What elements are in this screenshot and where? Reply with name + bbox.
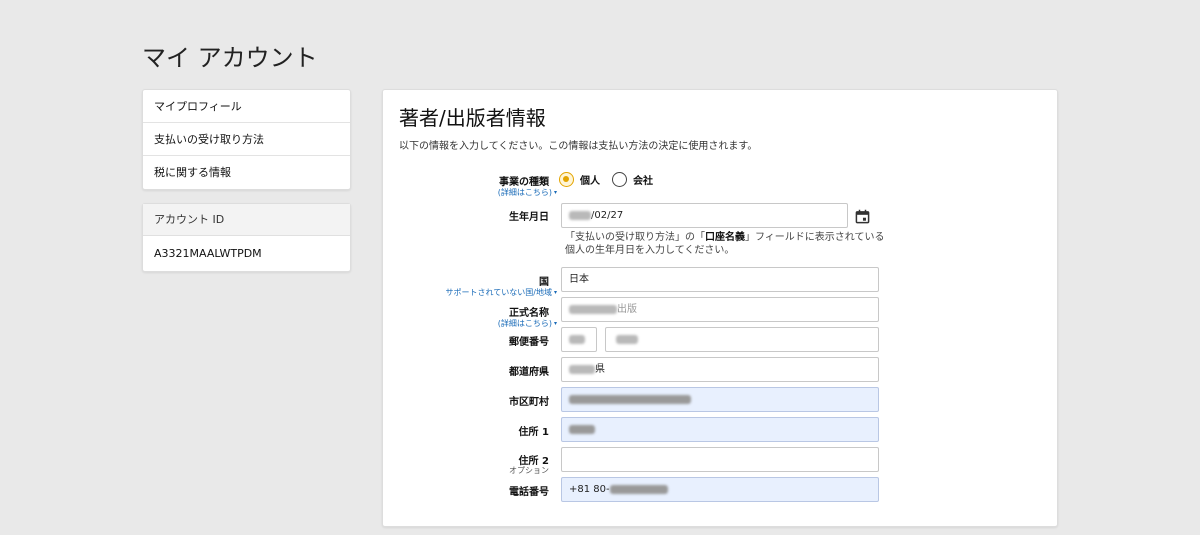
legal-name-value: 出版 [617, 304, 637, 315]
city-label: 市区町村 [509, 397, 549, 408]
city-input[interactable] [561, 387, 879, 412]
birthdate-label: 生年月日 [509, 212, 549, 223]
unsupported-country-link-text[interactable]: サポートされていない国/地域 [446, 288, 552, 297]
redacted-text [569, 364, 595, 374]
sidebar-item-tax[interactable]: 税に関する情報 [143, 156, 350, 189]
caret-down-icon: ▾ [553, 320, 557, 327]
business-type-label: 事業の種類 [499, 177, 549, 188]
helper-text-pre: 「支払いの受け取り方法」の「 [565, 232, 705, 243]
redacted-text [569, 210, 591, 220]
legal-name-input[interactable]: 出版 [561, 297, 879, 322]
radio-company-label[interactable]: 会社 [633, 172, 653, 187]
redacted-text [569, 334, 585, 344]
radio-individual[interactable] [559, 172, 574, 187]
address1-label: 住所 1 [518, 427, 549, 438]
prefecture-value: 県 [595, 364, 605, 375]
redacted-text [616, 334, 638, 344]
phone-input[interactable]: +81 80- [561, 477, 879, 502]
business-type-details-link[interactable]: (詳細はこちら) ▾ [498, 187, 557, 198]
country-label: 国 [539, 277, 549, 288]
business-type-radio-group: 個人 会社 [559, 172, 665, 187]
form-title: 著者/出版者情報 [399, 106, 546, 130]
radio-individual-label[interactable]: 個人 [580, 172, 600, 187]
postal-code-first-input[interactable] [561, 327, 597, 352]
country-field[interactable]: 日本 [561, 267, 879, 292]
postal-code-second-input[interactable] [605, 327, 879, 352]
redacted-text [569, 394, 691, 404]
legal-name-details-link[interactable]: (詳細はこちら) ▾ [498, 318, 557, 329]
address2-input[interactable] [561, 447, 879, 472]
account-id-heading: アカウント ID [143, 204, 350, 236]
radio-company[interactable] [612, 172, 627, 187]
unsupported-country-link[interactable]: サポートされていない国/地域 ▾ [446, 287, 557, 298]
address2-optional-note: オプション [509, 466, 549, 475]
redacted-text [569, 424, 595, 434]
redacted-text [569, 304, 617, 314]
prefecture-input[interactable]: 県 [561, 357, 879, 382]
account-id-card: アカウント ID A3321MAALWTPDM [142, 203, 351, 272]
caret-down-icon: ▾ [553, 189, 557, 196]
legal-name-label: 正式名称 [509, 308, 549, 319]
birthdate-input[interactable]: /02/27 [561, 203, 848, 228]
helper-text-bold: 口座名義 [705, 232, 745, 243]
phone-label: 電話番号 [509, 487, 549, 498]
sidebar-item-profile[interactable]: マイプロフィール [143, 90, 350, 123]
postal-code-label: 郵便番号 [509, 337, 549, 348]
redacted-text [609, 484, 668, 494]
address1-input[interactable] [561, 417, 879, 442]
birthdate-helper-text: 「支払いの受け取り方法」の「口座名義」フィールドに表示されている個人の生年月日を… [565, 231, 885, 257]
prefecture-label: 都道府県 [509, 367, 549, 378]
birthdate-value: /02/27 [591, 210, 624, 221]
page-title: マイ アカウント [142, 44, 318, 72]
phone-value: +81 80- [569, 484, 610, 495]
form-description: 以下の情報を入力してください。この情報は支払い方法の決定に使用されます。 [399, 141, 758, 152]
account-id-value: A3321MAALWTPDM [154, 247, 262, 260]
sidebar-nav: マイプロフィール 支払いの受け取り方法 税に関する情報 [142, 89, 351, 190]
calendar-icon[interactable] [855, 209, 870, 224]
legal-name-details-link-text[interactable]: (詳細はこちら) [498, 319, 552, 328]
caret-down-icon: ▾ [553, 289, 557, 296]
author-info-form: 著者/出版者情報 以下の情報を入力してください。この情報は支払い方法の決定に使用… [382, 89, 1058, 527]
details-link-text[interactable]: (詳細はこちら) [498, 188, 552, 197]
sidebar-item-payment[interactable]: 支払いの受け取り方法 [143, 123, 350, 156]
